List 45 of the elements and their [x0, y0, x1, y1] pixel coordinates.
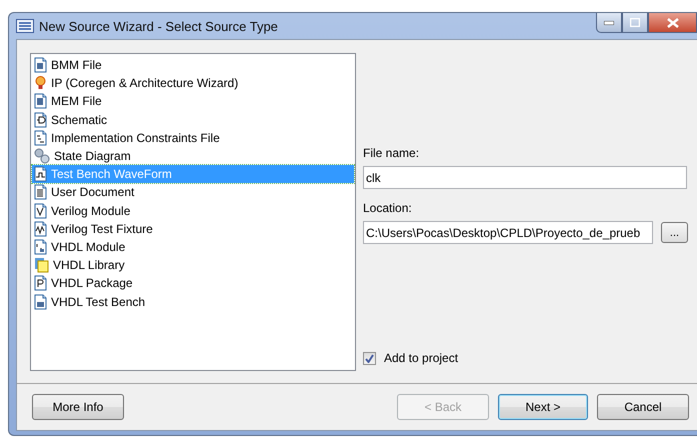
list-item[interactable]: VHDL Module: [32, 238, 354, 256]
list-item[interactable]: IP (Coregen & Architecture Wizard): [32, 74, 354, 92]
lightbulb-icon: [34, 75, 47, 92]
list-item[interactable]: VHDL Test Bench: [32, 292, 354, 311]
file-icon: [34, 112, 47, 128]
file-icon: [34, 220, 47, 237]
file-icon: [34, 294, 47, 310]
list-item[interactable]: VHDL Library: [32, 256, 354, 274]
next-button[interactable]: Next >: [498, 394, 588, 420]
checkbox-label: Add to project: [384, 351, 458, 365]
state-diagram-icon: [34, 148, 50, 164]
file-icon: [34, 184, 47, 200]
minimize-icon: [604, 20, 614, 24]
folder-stack-icon: [34, 257, 49, 274]
file-name-field[interactable]: clk: [363, 166, 687, 189]
file-icon: [34, 130, 47, 146]
maximize-button[interactable]: [622, 13, 648, 33]
file-icon: [34, 202, 47, 219]
maximize-icon: [630, 18, 640, 27]
list-item[interactable]: State Diagram: [32, 146, 354, 166]
cancel-button[interactable]: Cancel: [597, 394, 689, 420]
close-icon: [666, 18, 678, 28]
list-item[interactable]: Schematic: [32, 110, 354, 129]
close-button[interactable]: [648, 13, 697, 33]
minimize-button[interactable]: [596, 13, 622, 33]
file-icon: [34, 275, 47, 292]
file-icon: [34, 238, 47, 255]
list-item[interactable]: Verilog Test Fixture: [32, 220, 354, 238]
file-icon: [34, 166, 47, 182]
browse-button[interactable]: ...: [661, 222, 688, 243]
location-field[interactable]: C:\Users\Pocas\Desktop\CPLD\Proyecto_de_prueb: [363, 221, 653, 244]
list-item[interactable]: BMM File: [32, 56, 354, 74]
more-info-button[interactable]: More Info: [32, 394, 124, 420]
window-title: New Source Wizard - Select Source Type: [39, 18, 278, 34]
list-item[interactable]: VHDL Package: [32, 274, 354, 292]
file-icon: [34, 93, 47, 110]
list-item[interactable]: MEM File: [32, 92, 354, 111]
field-label: Location:: [363, 201, 413, 215]
app-icon: [16, 19, 34, 33]
file-icon: [34, 57, 47, 74]
list-item[interactable]: User Document: [32, 183, 354, 202]
field-label: File name:: [363, 146, 420, 160]
list-item[interactable]: Verilog Module: [32, 202, 354, 220]
list-item[interactable]: Implementation Constraints File: [32, 128, 354, 147]
checkbox[interactable]: [363, 352, 376, 364]
